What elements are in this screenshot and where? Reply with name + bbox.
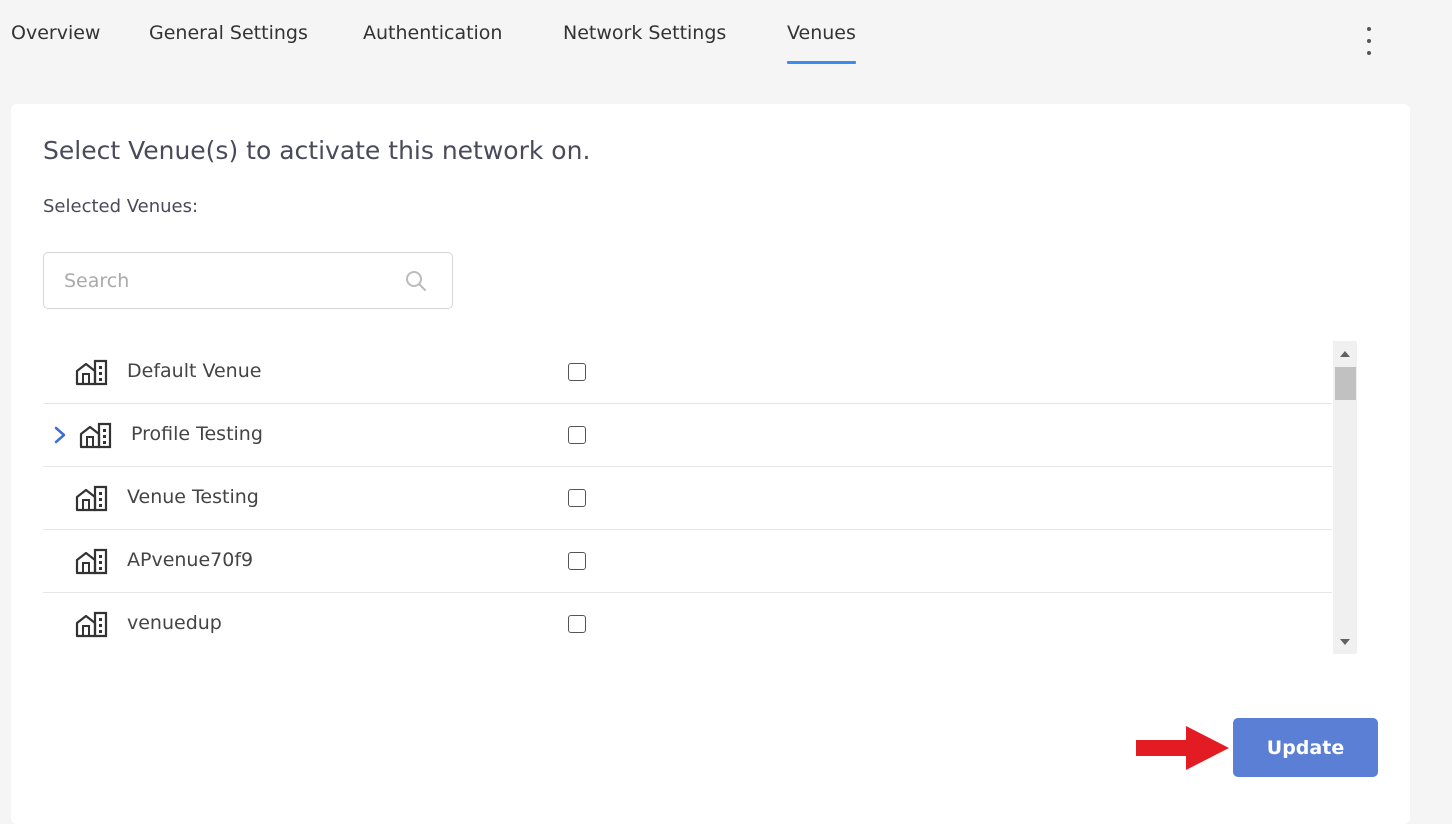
search-icon[interactable]: [404, 269, 428, 293]
search-input[interactable]: [64, 265, 384, 297]
kebab-vertical-icon[interactable]: [1360, 27, 1378, 55]
building-icon: [75, 485, 108, 512]
update-button[interactable]: Update: [1233, 718, 1378, 777]
tab-venues[interactable]: Venues: [787, 22, 856, 64]
venue-name: Profile Testing: [131, 423, 263, 445]
list-item[interactable]: Default Venue: [43, 341, 1332, 404]
tab-overview[interactable]: Overview: [11, 22, 100, 44]
venue-checkbox[interactable]: [568, 489, 586, 507]
annotation-arrow-icon: [1136, 726, 1229, 770]
venue-list: Default Venue Profile Testing Venue Test…: [43, 341, 1357, 654]
scrollbar[interactable]: [1333, 341, 1357, 654]
venue-list-body: Default Venue Profile Testing Venue Test…: [43, 341, 1332, 654]
list-item[interactable]: Profile Testing: [43, 404, 1332, 467]
venue-name: APvenue70f9: [127, 549, 254, 571]
building-icon: [75, 548, 108, 575]
venue-name: Venue Testing: [127, 486, 259, 508]
selected-venues-label: Selected Venues:: [43, 196, 199, 217]
scroll-down-icon[interactable]: [1339, 637, 1351, 647]
page-title: Select Venue(s) to activate this network…: [43, 136, 591, 165]
building-icon: [79, 422, 112, 449]
venue-name: Default Venue: [127, 360, 262, 382]
tab-bar: Overview General Settings Authentication…: [0, 0, 1452, 70]
venue-checkbox[interactable]: [568, 615, 586, 633]
list-item[interactable]: APvenue70f9: [43, 530, 1332, 593]
building-icon: [75, 611, 108, 638]
chevron-right-icon[interactable]: [53, 425, 67, 445]
search-box: [43, 252, 453, 309]
tab-authentication[interactable]: Authentication: [363, 22, 502, 44]
building-icon: [75, 359, 108, 386]
tab-general-settings[interactable]: General Settings: [149, 22, 308, 44]
scroll-up-icon[interactable]: [1339, 349, 1351, 359]
list-item[interactable]: venuedup: [43, 593, 1332, 654]
venue-checkbox[interactable]: [568, 363, 586, 381]
venues-card: Select Venue(s) to activate this network…: [11, 104, 1410, 824]
venue-name: venuedup: [127, 612, 222, 634]
tab-network-settings[interactable]: Network Settings: [563, 22, 726, 44]
venue-checkbox[interactable]: [568, 552, 586, 570]
venue-checkbox[interactable]: [568, 426, 586, 444]
scroll-thumb[interactable]: [1335, 367, 1356, 400]
list-item[interactable]: Venue Testing: [43, 467, 1332, 530]
